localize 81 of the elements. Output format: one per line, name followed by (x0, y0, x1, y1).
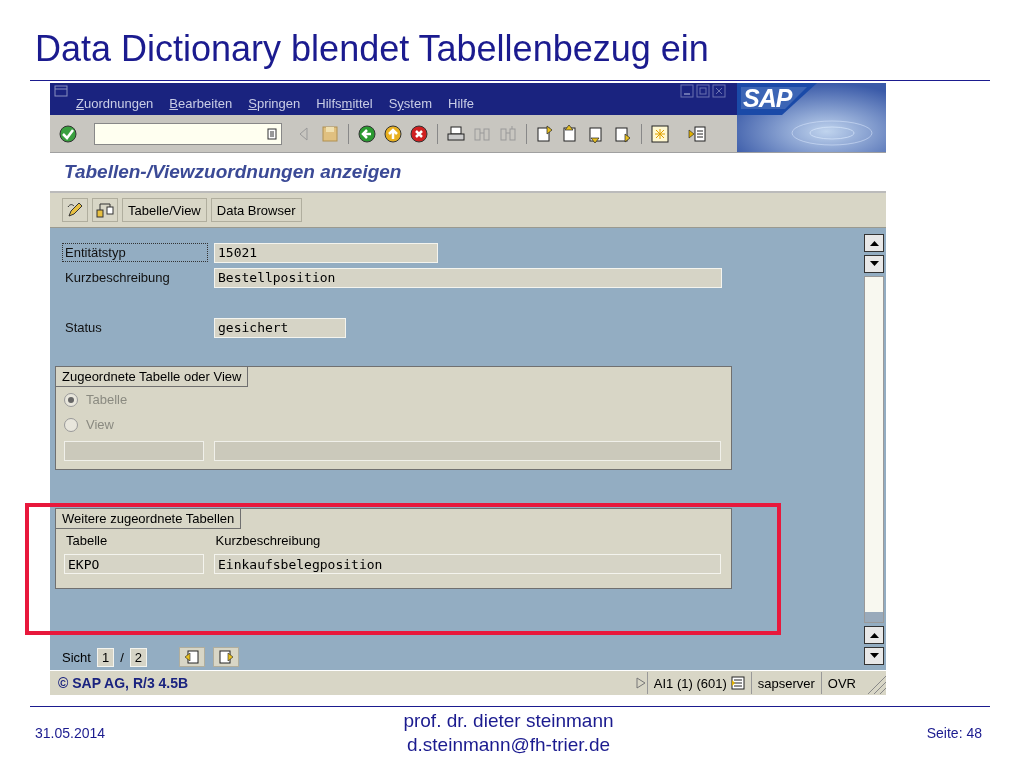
copyright-text: © SAP AG, R/3 4.5B (57, 675, 190, 691)
layout-menu-icon (687, 123, 707, 144)
footer-email: d.steinmann@fh-trier.de (406, 733, 611, 757)
menu-item[interactable]: Springen (248, 96, 301, 111)
text-field[interactable]: 15021 (214, 242, 438, 263)
previous-view-button[interactable] (179, 647, 205, 667)
pencil-icon (66, 201, 84, 219)
page-number: Seite: 48 (925, 725, 982, 741)
up-arrow-icon (869, 632, 879, 638)
footer-author: prof. dr. dieter steinmann (403, 709, 614, 733)
column-header: Tabelle (66, 533, 109, 548)
menu-item[interactable]: Zuordnungen (76, 96, 154, 111)
back-arrow-button[interactable] (357, 123, 377, 144)
up-arrow-icon (869, 240, 879, 246)
enter-button[interactable] (58, 123, 78, 144)
input-mode: OVR (820, 672, 862, 694)
scrollbar-track[interactable] (864, 276, 884, 623)
menu-item[interactable]: System (388, 96, 432, 111)
print-icon (446, 123, 466, 144)
text-field[interactable] (214, 441, 721, 461)
menu-item[interactable]: Bearbeiten (169, 96, 233, 111)
field-label: Status (64, 319, 103, 337)
scroll-down-button[interactable] (864, 255, 884, 273)
down-arrow-icon (869, 653, 879, 659)
scroll-down-button[interactable] (864, 647, 884, 665)
new-session-button[interactable] (650, 123, 670, 144)
page-field[interactable]: 1 (96, 647, 115, 667)
field-label: Entitätstyp (62, 243, 208, 262)
text-field[interactable]: EKPO (64, 554, 204, 574)
find-next-icon (498, 123, 518, 144)
radio-label: Tabelle (86, 392, 128, 407)
list-icon[interactable] (730, 676, 745, 690)
screen-title: Tabellen-/Viewzuordnungen anzeigen (64, 161, 402, 183)
text-field[interactable]: Einkaufsbelegposition (214, 554, 721, 574)
list-icon (267, 127, 277, 140)
text-field[interactable]: gesichert (214, 317, 346, 338)
scroll-up-button[interactable] (864, 234, 884, 252)
page-field[interactable]: 2 (129, 647, 147, 667)
toolbar-button[interactable]: Tabelle/View (122, 198, 207, 222)
menu-item[interactable]: Hilfe (448, 96, 474, 111)
group-title: Weitere zugeordnete Tabellen (56, 509, 242, 529)
layout-menu-button[interactable] (687, 123, 707, 144)
page-back-icon (184, 649, 200, 665)
minimize-icon[interactable] (680, 84, 694, 98)
command-field[interactable] (94, 122, 282, 145)
page-forward-icon (218, 649, 234, 665)
radio-label: View (86, 417, 114, 432)
logo-text: SAP (743, 84, 792, 112)
expand-icon[interactable] (634, 676, 647, 690)
close-icon[interactable] (712, 84, 726, 98)
scrollbar-thumb[interactable] (865, 612, 883, 622)
hierarchy-button[interactable] (92, 198, 118, 222)
edit-pencil-button[interactable] (62, 198, 88, 222)
cancel-icon (409, 123, 429, 144)
scroll-up-button[interactable] (864, 626, 884, 644)
maximize-icon[interactable] (696, 84, 710, 98)
enter-icon (58, 123, 78, 144)
hierarchy-icon (96, 201, 114, 219)
column-header: Kurzbeschreibung (215, 533, 322, 548)
first-page-button[interactable] (535, 123, 555, 144)
print-button[interactable] (446, 123, 466, 144)
footer-date: 31.05.2014 (35, 725, 107, 741)
up-arrow-button[interactable] (383, 123, 403, 144)
menu-item[interactable]: Hilfsmittel (316, 96, 373, 111)
text-field[interactable] (64, 441, 204, 461)
window-menu-icon[interactable] (54, 85, 68, 97)
text-field[interactable]: Bestellposition (214, 267, 722, 288)
session-info: AI1 (1) (601) (653, 675, 727, 691)
toolbar-button[interactable]: Data Browser (210, 198, 302, 222)
first-page-icon (535, 123, 555, 144)
save-icon (320, 123, 340, 144)
page-separator: / (120, 649, 124, 665)
cancel-button[interactable] (409, 123, 429, 144)
pager-label: Sicht (62, 649, 91, 665)
next-view-button[interactable] (213, 647, 239, 667)
server-name: sapserver (750, 672, 821, 694)
field-label: Kurzbeschreibung (64, 269, 171, 287)
new-session-icon (650, 123, 670, 144)
slide-title: Data Dictionary blendet Tabellenbezug ein (34, 27, 710, 71)
group-title: Zugeordnete Tabelle oder View (56, 367, 249, 387)
down-arrow-icon (869, 261, 879, 267)
